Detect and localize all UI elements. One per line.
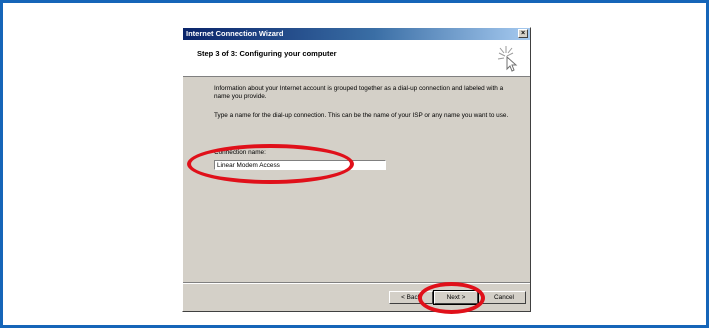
connection-name-input[interactable] [214, 160, 386, 170]
wizard-header: Step 3 of 3: Configuring your computer [183, 40, 530, 77]
step-title: Step 3 of 3: Configuring your computer [197, 49, 337, 58]
info-paragraph: Information about your Internet account … [214, 85, 504, 100]
wizard-dialog: Internet Connection Wizard × Step 3 of 3… [182, 27, 531, 312]
window-title: Internet Connection Wizard [186, 29, 284, 38]
footer-separator [183, 282, 530, 284]
back-button[interactable]: < Back [389, 291, 433, 304]
wizard-sparkle-cursor-icon [497, 46, 518, 72]
cancel-button[interactable]: Cancel [482, 291, 526, 304]
title-bar[interactable]: Internet Connection Wizard × [183, 28, 530, 40]
instruction-paragraph: Type a name for the dial-up connection. … [214, 112, 509, 119]
close-button[interactable]: × [518, 29, 528, 38]
close-icon: × [520, 30, 526, 37]
next-button[interactable]: Next > [433, 290, 479, 305]
connection-name-label: Connection name: [214, 149, 266, 156]
